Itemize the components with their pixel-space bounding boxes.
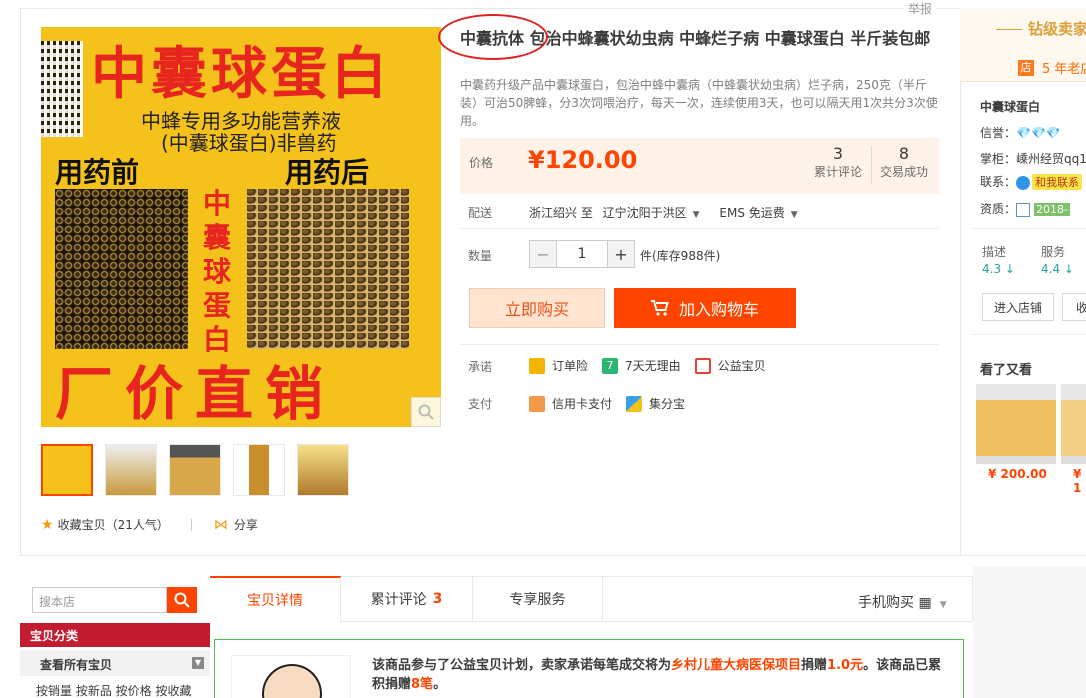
chevron-down-icon: ▼ [692,210,700,220]
buy-now-button[interactable]: 立即购买 [469,288,605,328]
image-before-label: 用药前 [55,156,140,189]
category-title: 宝贝分类 [20,623,210,647]
promise-label: 承诺 [468,360,493,374]
chevron-down-icon: ▼ [939,600,947,610]
thumbnail[interactable] [297,444,349,496]
delivery-info: 浙江绍兴 至 辽宁沈阳于洪区 ▼ EMS 免运费 ▼ [529,206,798,220]
thumbnail-strip [41,444,349,496]
license-icon [1016,202,1031,217]
main-product-image[interactable]: 中囊球蛋白 中蜂专用多功能营养液 (中囊球蛋白)非兽药 用药前 用药后 中囊球蛋… [41,27,441,427]
honeycomb-before-photo [55,189,188,349]
payment-item[interactable]: 信用卡支付 [529,395,612,412]
price-label: 价格 [469,156,494,170]
thumbnail[interactable] [105,444,157,496]
magnifier-icon [418,404,434,420]
jifenbao-icon [626,395,643,412]
share-icon: ⋈ [213,516,228,533]
insurance-icon [529,357,545,374]
thumbnail[interactable] [169,444,221,496]
zoom-button[interactable] [411,397,441,427]
decrease-button[interactable]: − [529,240,557,268]
recommended-item-image[interactable] [1061,384,1086,464]
quantity-stepper: − 1 + [529,240,635,268]
diamond-icon: 💎💎💎 [1016,126,1061,140]
star-icon: ★ [41,516,54,533]
report-link[interactable]: 举报 [904,0,937,17]
search-icon [174,592,190,608]
dsr-description: 描述 4.3 ↓ [982,245,1015,276]
payment-list: 信用卡支付 集分宝 [529,395,699,412]
payment-item[interactable]: 集分宝 [626,395,685,412]
destination-selector[interactable]: 辽宁沈阳于洪区 [603,206,687,220]
divider [190,518,192,531]
sort-links[interactable]: 按销量 按新品 按价格 按收藏 [36,682,191,698]
contact-button[interactable]: 和我联系 [1032,174,1083,190]
owner-name[interactable]: 嵊州经贸qq1 [1016,152,1086,166]
tab-reviews[interactable]: 累计评论 3 [341,576,473,622]
add-to-cart-button[interactable]: 加入购物车 [614,288,796,328]
tab-service[interactable]: 专享服务 [473,576,603,622]
image-bottom-slogan: 厂价直销 [55,360,336,427]
share-link[interactable]: 分享 [234,516,258,533]
contact-row: 联系： 和我联系 [980,173,1083,190]
also-viewed-title: 看了又看 [980,363,1033,378]
image-after-label: 用药后 [285,156,370,189]
image-vertical-text: 中囊球蛋白 [202,187,231,356]
search-button[interactable] [167,587,197,613]
promise-item[interactable]: 订单险 [529,357,588,374]
credit-card-icon [529,395,545,412]
shipping-selector[interactable]: EMS 免运费 [719,206,784,220]
chevron-down-icon: ▼ [790,210,798,220]
shop-search-input[interactable]: 搜本店 [32,587,167,613]
seller-level: 钻级卖家 [996,18,1086,39]
promise-item[interactable]: 7 7天无理由 [602,357,681,374]
charity-illustration [231,655,351,698]
enter-shop-button[interactable]: 进入店铺 [982,293,1054,321]
honeycomb-after-photo [247,189,409,349]
credit-row: 信誉：💎💎💎 [980,126,1061,140]
thumbnail[interactable] [41,444,93,496]
payment-label: 支付 [468,397,493,411]
favorite-shop-button[interactable]: 收 [1062,293,1086,321]
charity-heart-icon [694,357,711,374]
quantity-label: 数量 [468,249,493,263]
reviews-stat[interactable]: 3 累计评论 [808,144,868,180]
quantity-input[interactable]: 1 [557,240,607,268]
annotation-circle [438,14,548,60]
recommended-item-price: ¥ 200.00 [988,467,1047,481]
product-subtitle: 中囊药升级产品中囊球蛋白，包治中蜂中囊病（中蜂囊状幼虫病）烂子病，250克（半斤… [460,78,938,128]
promise-item[interactable]: 公益宝贝 [694,357,766,374]
charity-project-link[interactable]: 乡村儿童大病医保项目 [671,658,801,673]
owner-row: 掌柜：嵊州经贸qq1 [980,152,1086,166]
shop-age: 店5 年老店 [1018,58,1086,77]
seven-day-return-icon: 7 [602,357,619,374]
qr-icon: ▦ [918,595,932,611]
qualification-badge[interactable]: 2018- [1034,203,1070,216]
dsr-service: 服务 4.4 ↓ [1041,245,1074,276]
recommended-item-price: ¥ 1 [1073,467,1082,495]
collapse-icon[interactable]: ▼ [192,657,204,669]
favorite-bar: ★ 收藏宝贝（21人气） ⋈ 分享 [41,516,258,533]
delivery-label: 配送 [468,206,493,220]
tab-details[interactable]: 宝贝详情 [210,576,341,622]
qualification-row: 资质： 2018- [980,202,1070,217]
promise-list: 订单险 7 7天无理由 公益宝贝 [529,357,780,374]
image-headline: 中囊球蛋白 [91,41,391,107]
favorite-link[interactable]: 收藏宝贝（21人气） [58,516,169,533]
all-items-link[interactable]: 查看所有宝贝 ▼ [20,650,210,676]
price-value: ¥120.00 [528,146,638,174]
charity-text: 该商品参与了公益宝贝计划，卖家承诺每笔成交将为乡村儿童大病医保项目捐赠1.0元。… [372,658,942,692]
cart-icon [650,300,669,316]
mobile-buy-link[interactable]: 手机购买 ▦ ▼ [858,592,947,612]
sales-stat: 8 交易成功 [879,144,928,179]
price-box: 价格 ¥120.00 3 累计评论 8 交易成功 [460,138,939,194]
wangwang-icon [1016,175,1031,190]
stock-text: 件(库存988件) [640,249,721,263]
increase-button[interactable]: + [607,240,635,268]
shop-name[interactable]: 中囊球蛋白 [980,98,1040,115]
shop-icon: 店 [1018,59,1034,76]
recommended-item-image[interactable] [976,384,1056,464]
thumbnail[interactable] [233,444,285,496]
